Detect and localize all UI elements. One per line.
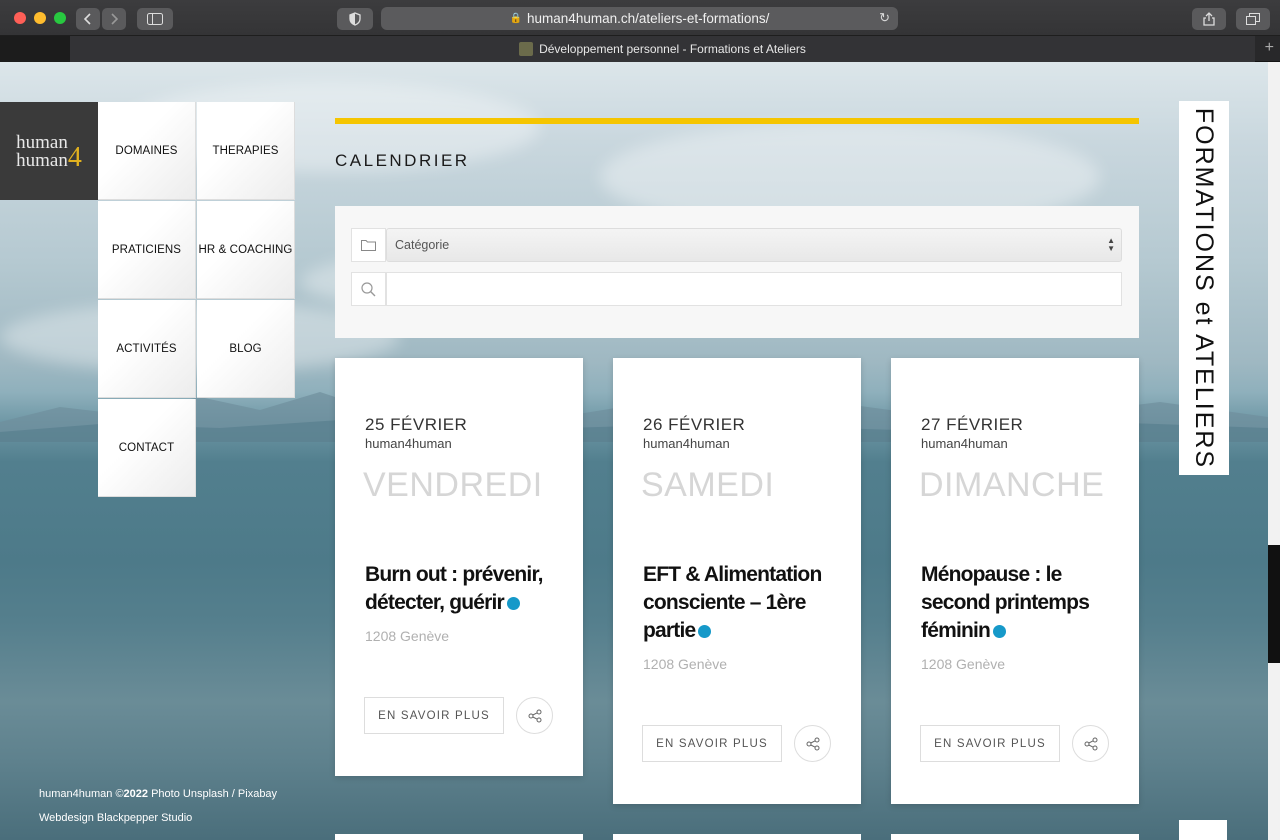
nav-hr-coaching[interactable]: HR & COACHING bbox=[197, 201, 295, 299]
share-event-button[interactable] bbox=[516, 697, 553, 734]
nav-blog[interactable]: BLOG bbox=[197, 300, 295, 398]
address-bar[interactable]: 🔒 human4human.ch/ateliers-et-formations/… bbox=[381, 7, 898, 30]
zoom-window-button[interactable] bbox=[54, 12, 66, 24]
back-icon bbox=[84, 13, 91, 25]
side-page-title: FORMATIONS et ATELIERS bbox=[1179, 101, 1229, 475]
side-widget-partial[interactable] bbox=[1179, 820, 1227, 840]
nav-activites[interactable]: ACTIVITÉS bbox=[98, 300, 196, 398]
event-card-partial[interactable] bbox=[891, 834, 1139, 840]
tab-inactive[interactable] bbox=[0, 36, 70, 62]
event-organizer: human4human bbox=[921, 436, 1008, 451]
new-tab-icon[interactable]: + bbox=[1265, 39, 1274, 57]
event-weekday: VENDREDI bbox=[363, 466, 543, 504]
footer-photo-credit[interactable]: Photo Unsplash / Pixabay bbox=[148, 788, 277, 800]
event-organizer: human4human bbox=[365, 436, 452, 451]
privacy-button[interactable] bbox=[337, 8, 373, 30]
category-select-value: Catégorie bbox=[395, 238, 450, 252]
footer-webdesign[interactable]: Webdesign Blackpepper Studio bbox=[39, 812, 192, 824]
footer-year: 2022 bbox=[123, 788, 149, 800]
status-dot-icon bbox=[506, 596, 520, 610]
tab-active[interactable]: Développement personnel - Formations et … bbox=[70, 36, 1255, 62]
event-card[interactable]: 25 FÉVRIER human4human VENDREDI Burn out… bbox=[335, 358, 583, 776]
calendar-heading: CALENDRIER bbox=[335, 151, 470, 170]
reload-icon[interactable]: ↻ bbox=[879, 10, 890, 26]
event-title-text[interactable]: EFT & Alimentation consciente – 1ère par… bbox=[643, 563, 822, 642]
nav-domaines[interactable]: DOMAINES bbox=[98, 102, 196, 200]
page-background: human human4 DOMAINES THERAPIES PRATICIE… bbox=[0, 62, 1268, 840]
more-info-button[interactable]: EN SAVOIR PLUS bbox=[642, 725, 782, 762]
url-text: human4human.ch/ateliers-et-formations/ bbox=[527, 11, 770, 26]
event-organizer: human4human bbox=[643, 436, 730, 451]
share-button[interactable] bbox=[1192, 8, 1226, 30]
side-page-title-text: FORMATIONS et ATELIERS bbox=[1190, 107, 1219, 469]
event-weekday: DIMANCHE bbox=[919, 466, 1105, 504]
share-event-button[interactable] bbox=[1072, 725, 1109, 762]
share-nodes-icon bbox=[806, 737, 819, 750]
filter-panel: Catégorie ▲ ▼ bbox=[335, 206, 1139, 338]
event-title[interactable]: EFT & Alimentation consciente – 1ère par… bbox=[643, 561, 843, 645]
event-date: 26 FÉVRIER bbox=[643, 415, 746, 434]
tabs-overview-button[interactable] bbox=[1236, 8, 1270, 30]
event-location: 1208 Genève bbox=[921, 656, 1006, 672]
browser-titlebar: 🔒 human4human.ch/ateliers-et-formations/… bbox=[0, 0, 1280, 36]
select-arrows-icon: ▲ ▼ bbox=[1107, 236, 1115, 253]
tabs-icon bbox=[1246, 13, 1260, 25]
lock-icon: 🔒 bbox=[509, 13, 523, 24]
event-card-partial[interactable] bbox=[335, 834, 583, 840]
forward-button[interactable] bbox=[102, 8, 126, 30]
event-title[interactable]: Burn out : prévenir, détecter, guérir bbox=[365, 561, 565, 617]
event-location: 1208 Genève bbox=[365, 628, 450, 644]
event-date: 27 FÉVRIER bbox=[921, 415, 1024, 434]
forward-icon bbox=[111, 13, 118, 25]
nav-contact[interactable]: CONTACT bbox=[98, 399, 196, 497]
share-nodes-icon bbox=[1084, 737, 1097, 750]
event-card-partial[interactable] bbox=[613, 834, 861, 840]
footer-brand: human4human © bbox=[39, 788, 124, 800]
category-select[interactable]: Catégorie ▲ ▼ bbox=[386, 228, 1122, 262]
folder-icon bbox=[351, 228, 386, 262]
site-logo[interactable]: human human4 bbox=[0, 102, 98, 200]
event-weekday: SAMEDI bbox=[641, 466, 775, 504]
event-location: 1208 Genève bbox=[643, 656, 728, 672]
share-icon bbox=[1203, 12, 1215, 26]
event-card[interactable]: 27 FÉVRIER human4human DIMANCHE Ménopaus… bbox=[891, 358, 1139, 804]
accent-bar bbox=[335, 118, 1139, 124]
event-title[interactable]: Ménopause : le second printemps féminin bbox=[921, 561, 1121, 645]
event-date: 25 FÉVRIER bbox=[365, 415, 468, 434]
tab-bar: Développement personnel - Formations et … bbox=[0, 36, 1280, 62]
scrollbar-track[interactable] bbox=[1268, 62, 1280, 840]
logo-text-bottom: human bbox=[16, 149, 68, 171]
nav-praticiens[interactable]: PRATICIENS bbox=[98, 201, 196, 299]
more-info-button[interactable]: EN SAVOIR PLUS bbox=[364, 697, 504, 734]
status-dot-icon bbox=[993, 624, 1007, 638]
tab-title: Développement personnel - Formations et … bbox=[539, 42, 806, 56]
sidebar-icon bbox=[147, 13, 163, 25]
more-info-button[interactable]: EN SAVOIR PLUS bbox=[920, 725, 1060, 762]
scrollbar-thumb[interactable] bbox=[1268, 545, 1280, 663]
sidebar-toggle-button[interactable] bbox=[137, 8, 173, 30]
shield-icon bbox=[349, 12, 361, 26]
nav-therapies[interactable]: THERAPIES bbox=[197, 102, 295, 200]
close-window-button[interactable] bbox=[14, 12, 26, 24]
search-icon bbox=[351, 272, 386, 306]
logo-mark: 4 bbox=[67, 141, 82, 173]
footer-copyright: human4human ©2022 Photo Unsplash / Pixab… bbox=[39, 788, 277, 800]
share-event-button[interactable] bbox=[794, 725, 831, 762]
status-dot-icon bbox=[698, 624, 712, 638]
favicon-icon bbox=[519, 42, 534, 56]
event-card[interactable]: 26 FÉVRIER human4human SAMEDI EFT & Alim… bbox=[613, 358, 861, 804]
minimize-window-button[interactable] bbox=[34, 12, 46, 24]
search-input[interactable] bbox=[386, 272, 1122, 306]
back-button[interactable] bbox=[76, 8, 100, 30]
share-nodes-icon bbox=[528, 709, 541, 722]
